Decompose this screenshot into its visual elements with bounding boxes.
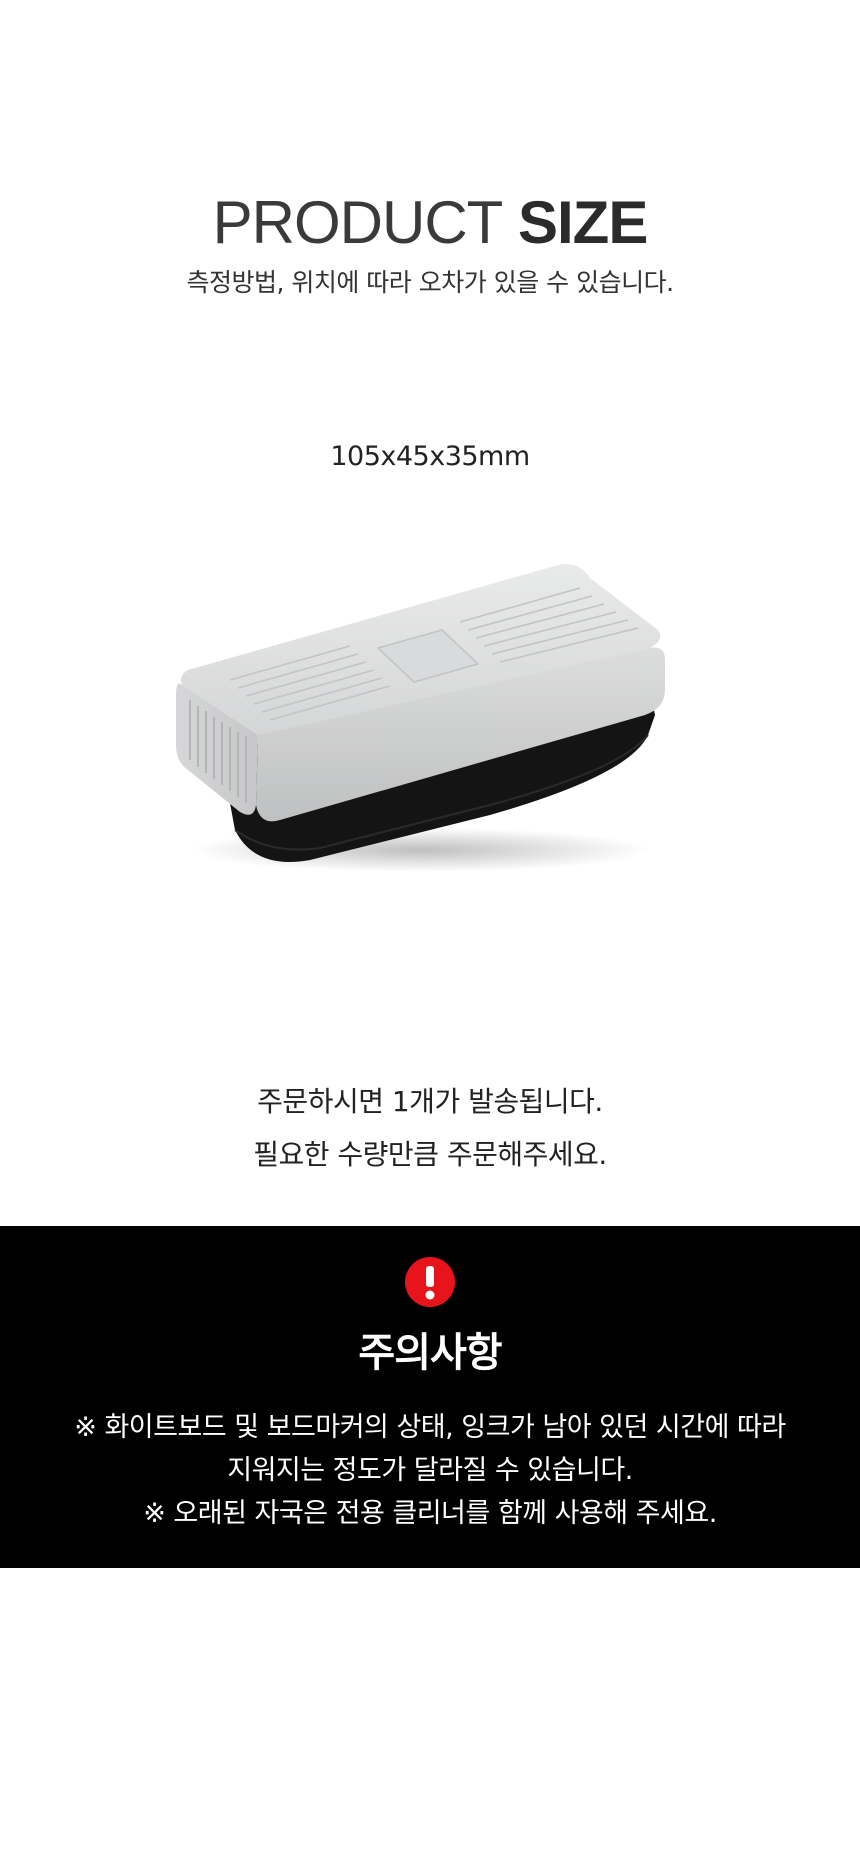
caution-title: 주의사항 [358, 1330, 502, 1376]
caution-line-1: ※ 화이트보드 및 보드마커의 상태, 잉크가 남아 있던 시간에 따라 [74, 1412, 786, 1443]
order-note-line-2: 필요한 수량만큼 주문해주세요. [253, 1138, 607, 1171]
page-title-bold: SIZE [517, 189, 648, 256]
caution-text: ※ 화이트보드 및 보드마커의 상태, 잉크가 남아 있던 시간에 따라 지워지… [0, 1406, 860, 1535]
page-title: PRODUCT SIZE [0, 188, 860, 258]
order-note-line-1: 주문하시면 1개가 발송됩니다. [257, 1085, 603, 1118]
caution-section: 주의사항 ※ 화이트보드 및 보드마커의 상태, 잉크가 남아 있던 시간에 따… [0, 1226, 860, 1568]
measurement-note: 측정방법, 위치에 따라 오차가 있을 수 있습니다. [186, 268, 674, 297]
whiteboard-eraser-image [176, 563, 665, 872]
product-detail-page: PRODUCT SIZE 측정방법, 위치에 따라 오차가 있을 수 있습니다.… [0, 0, 860, 1855]
caution-line-2: 지워지는 정도가 달라질 수 있습니다. [227, 1455, 633, 1486]
exclamation-icon [405, 1257, 455, 1307]
order-quantity-note: 주문하시면 1개가 발송됩니다. 필요한 수량만큼 주문해주세요. [0, 1075, 860, 1181]
product-dimensions: 105x45x35mm [330, 441, 530, 472]
caution-line-3: ※ 오래된 자국은 전용 클리너를 함께 사용해 주세요. [143, 1498, 717, 1529]
page-title-light: PRODUCT [212, 189, 504, 256]
product-size-header: PRODUCT SIZE 측정방법, 위치에 따라 오차가 있을 수 있습니다. [0, 188, 860, 300]
